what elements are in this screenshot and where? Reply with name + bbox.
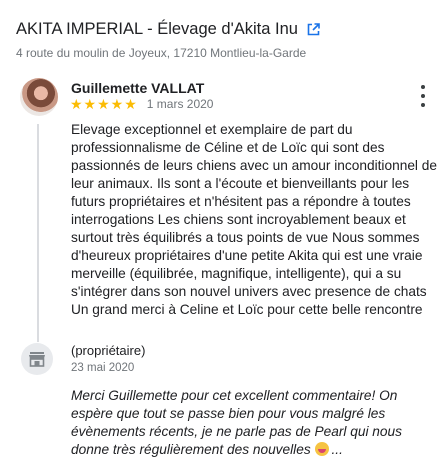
menu-dot	[421, 85, 425, 89]
thread-divider	[37, 124, 39, 342]
review-date: 1 mars 2020	[146, 97, 214, 111]
owner-reply-date: 23 mai 2020	[71, 362, 135, 374]
business-name[interactable]: AKITA IMPERIAL - Élevage d'Akita Inu	[16, 20, 298, 39]
star-rating: ★★★★★	[70, 96, 138, 112]
menu-dot	[421, 103, 425, 107]
reply-ellipsis: ...	[331, 442, 343, 457]
storefront-icon	[21, 343, 53, 375]
business-header: AKITA IMPERIAL - Élevage d'Akita Inu 4 r…	[16, 20, 438, 60]
business-address: 4 route du moulin de Joyeux, 17210 Montl…	[16, 46, 307, 60]
rating-row: ★★★★★ 1 mars 2020	[70, 97, 213, 111]
owner-label: (propriétaire)	[71, 343, 146, 358]
menu-dot	[421, 94, 425, 98]
more-vert-icon[interactable]	[420, 85, 426, 107]
review-text: Elevage exceptionnel et exemplaire de pa…	[71, 122, 437, 317]
reviewer-name[interactable]: Guillemette VALLAT	[71, 80, 204, 96]
owner-reply-body: Merci Guillemette pour cet excellent com…	[71, 388, 402, 457]
business-title-row: AKITA IMPERIAL - Élevage d'Akita Inu	[16, 20, 438, 39]
reviewer-avatar[interactable]	[20, 78, 58, 116]
face-with-tongue-emoji	[314, 442, 329, 456]
owner-reply-text: Merci Guillemette pour cet excellent com…	[71, 387, 441, 459]
external-link-icon[interactable]	[307, 23, 320, 36]
